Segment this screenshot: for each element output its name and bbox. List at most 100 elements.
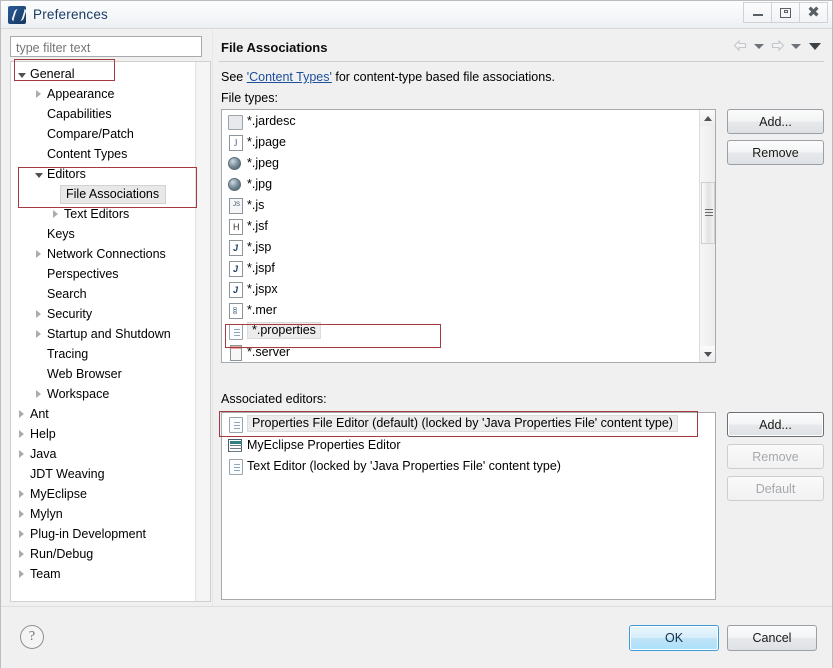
forward-arrow-icon[interactable] [769,38,786,54]
sidebar-item-label: MyEclipse [30,487,87,501]
restore-icon [780,7,791,18]
collapse-arrow-icon[interactable] [15,64,28,84]
content-types-link[interactable]: 'Content Types' [247,70,332,84]
sidebar-item-appearance[interactable]: Appearance [11,84,210,104]
file-type-row-label: *.jsf [247,218,268,233]
file-type-row[interactable]: *.js [222,194,715,215]
sidebar-item-mylyn[interactable]: Mylyn [11,504,210,524]
file-type-row[interactable]: *.jpage [222,131,715,152]
file-type-row[interactable]: *.jsp [222,236,715,257]
back-menu-chevron-down-icon[interactable] [754,43,764,49]
cancel-button[interactable]: Cancel [727,625,817,651]
sidebar-item-jdt-weaving[interactable]: JDT Weaving [11,464,210,484]
sidebar-item-label: General [30,67,75,81]
sidebar-item-plug-in-development[interactable]: Plug-in Development [11,524,210,544]
sidebar-item-myeclipse[interactable]: MyEclipse [11,484,210,504]
sidebar-item-security[interactable]: Security [11,304,210,324]
tree-scrollbar[interactable] [195,62,210,601]
associated-editor-row-label: MyEclipse Properties Editor [247,437,401,452]
expand-arrow-icon[interactable] [15,524,28,544]
add-editor-button[interactable]: Add... [727,412,824,437]
description-line: See 'Content Types' for content-type bas… [221,70,555,84]
sidebar-item-file-associations[interactable]: File Associations [11,184,210,204]
associated-editor-row[interactable]: Text Editor (locked by 'Java Properties … [222,455,715,476]
sidebar-item-label: Keys [47,227,75,241]
sidebar-item-help[interactable]: Help [11,424,210,444]
sidebar-item-web-browser[interactable]: Web Browser [11,364,210,384]
sidebar-item-startup-and-shutdown[interactable]: Startup and Shutdown [11,324,210,344]
remove-file-type-button[interactable]: Remove [727,140,824,165]
file-type-row[interactable]: *.jpg [222,173,715,194]
scroll-down-button[interactable] [700,346,715,362]
file-type-row-label: *.jpage [247,134,286,149]
sidebar-item-label: Capabilities [47,107,112,121]
file-type-row[interactable]: *.jspf [222,257,715,278]
associated-editor-row[interactable]: MyEclipse Properties Editor [222,434,715,455]
expand-arrow-icon[interactable] [15,424,28,444]
filter-input[interactable] [10,36,202,57]
file-types-scrollbar[interactable] [699,110,715,362]
view-menu-chevron-down-icon[interactable] [809,42,821,50]
back-arrow-icon[interactable] [732,38,749,54]
sidebar-item-keys[interactable]: Keys [11,224,210,244]
sidebar-item-capabilities[interactable]: Capabilities [11,104,210,124]
associated-editor-row[interactable]: Properties File Editor (default) (locked… [222,413,715,434]
preferences-dialog: Preferences ✖ General Appearance Capabilit… [0,0,833,668]
description-suffix: for content-type based file associations… [331,70,555,84]
file-type-row[interactable]: *.properties [222,320,715,341]
sidebar-item-network-connections[interactable]: Network Connections [11,244,210,264]
expand-arrow-icon[interactable] [15,484,28,504]
expand-arrow-icon[interactable] [15,564,28,584]
minimize-button[interactable] [743,2,772,23]
sidebar-item-java[interactable]: Java [11,444,210,464]
sidebar-item-tracing[interactable]: Tracing [11,344,210,364]
scroll-down-icon [703,351,712,357]
maximize-button[interactable] [771,2,800,23]
expand-arrow-icon[interactable] [32,244,45,264]
file-type-row[interactable]: *.jardesc [222,110,715,131]
expand-arrow-icon[interactable] [49,204,62,224]
sidebar-item-label: Tracing [47,347,89,361]
jsp-file-icon [227,260,243,277]
sidebar-item-editors[interactable]: Editors [11,164,210,184]
expand-arrow-icon[interactable] [15,444,28,464]
sidebar-item-compare-patch[interactable]: Compare/Patch [11,124,210,144]
scrollbar-thumb[interactable] [701,182,715,244]
sidebar-item-team[interactable]: Team [11,564,210,584]
sidebar-item-search[interactable]: Search [11,284,210,304]
file-type-row[interactable]: *.jspx [222,278,715,299]
sidebar-item-general[interactable]: General [11,64,210,84]
expand-arrow-icon[interactable] [32,324,45,344]
file-type-row[interactable]: *.jsf [222,215,715,236]
help-button[interactable]: ? [20,625,44,649]
sidebar-item-content-types[interactable]: Content Types [11,144,210,164]
associated-editors-list[interactable]: Properties File Editor (default) (locked… [221,412,716,600]
close-button[interactable]: ✖ [799,2,828,23]
sidebar-item-perspectives[interactable]: Perspectives [11,264,210,284]
expand-arrow-icon[interactable] [32,304,45,324]
preferences-tree[interactable]: General Appearance Capabilities Compare/Pat… [10,61,211,602]
sidebar-item-ant[interactable]: Ant [11,404,210,424]
file-type-row[interactable]: *.mer [222,299,715,320]
add-file-type-button[interactable]: Add... [727,109,824,134]
ok-button[interactable]: OK [629,625,719,651]
jsp-file-icon [227,239,243,256]
scroll-up-button[interactable] [700,110,715,126]
expand-arrow-icon[interactable] [32,384,45,404]
page-nav-toolbar [732,38,824,54]
collapse-arrow-icon[interactable] [32,164,45,184]
javascript-file-icon [227,197,243,214]
expand-arrow-icon[interactable] [15,504,28,524]
expand-arrow-icon[interactable] [32,84,45,104]
expand-arrow-icon[interactable] [15,544,28,564]
sidebar-item-text-editors[interactable]: Text Editors [11,204,210,224]
sidebar-item-workspace[interactable]: Workspace [11,384,210,404]
file-type-row-label: *.js [247,197,265,212]
file-types-list[interactable]: *.jardesc *.jpage *.jpeg *.jpg *.js *.jsf *.js… [221,109,716,363]
file-type-row[interactable]: *.jpeg [222,152,715,173]
forward-menu-chevron-down-icon[interactable] [791,43,801,49]
file-type-row[interactable]: *.server [222,341,715,362]
sidebar-item-run-debug[interactable]: Run/Debug [11,544,210,564]
expand-arrow-icon[interactable] [15,404,28,424]
